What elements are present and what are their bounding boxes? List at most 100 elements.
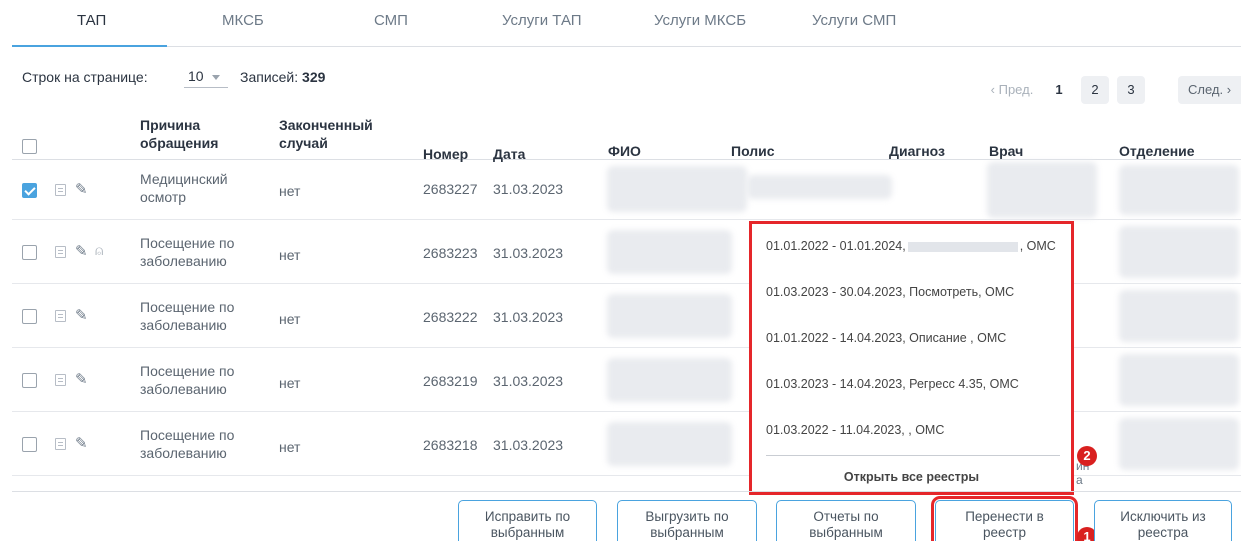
pencil-icon[interactable]: ✎ <box>75 242 88 260</box>
row-reason: Посещение по заболеванию <box>140 362 234 398</box>
transfer-label-2: реестр <box>983 525 1026 540</box>
header-reason: Причина обращения <box>140 116 218 152</box>
row-date: 31.03.2023 <box>493 373 564 389</box>
document-icon[interactable] <box>55 374 66 386</box>
table-row[interactable]: ✎ Медицинский осмотр нет 2683227 31.03.20… <box>12 160 1241 220</box>
fix-selected-button[interactable]: Исправить по выбранным <box>458 500 597 541</box>
rows-per-page-select[interactable]: 10 <box>184 66 228 88</box>
registry-option[interactable]: 01.03.2023 - 30.04.2023, Посмотреть, ОМС <box>766 285 1014 299</box>
next-page-button[interactable]: След. › <box>1178 76 1241 104</box>
row-number: 2683227 <box>423 181 478 197</box>
records-label: Записей: <box>240 69 299 85</box>
row-number: 2683219 <box>423 373 478 389</box>
exclude-from-registry-button[interactable]: Исключить из реестра <box>1094 500 1232 541</box>
reports-selected-label-2: выбранным <box>809 525 883 540</box>
transfer-label-1: Перенести в <box>965 509 1044 524</box>
page-2-button[interactable]: 2 <box>1081 76 1109 104</box>
pencil-icon[interactable]: ✎ <box>75 306 88 324</box>
registry-option-text: 01.01.2022 - 01.01.2024, <box>766 239 906 253</box>
header-policy: Полис <box>731 143 775 159</box>
reason-l2: заболеванию <box>140 317 227 333</box>
fix-selected-label-2: выбранным <box>490 525 565 540</box>
page-3-wrapper <box>1150 76 1174 104</box>
next-page-label: След. <box>1188 82 1224 97</box>
rows-per-page-value: 10 <box>188 68 204 84</box>
page-3-button[interactable]: 3 <box>1117 76 1145 104</box>
page-1-button[interactable]: 1 <box>1045 76 1073 104</box>
reason-l1: Посещение по <box>140 363 235 379</box>
header-diagnosis: Диагноз <box>889 143 945 159</box>
registry-option[interactable]: 01.03.2022 - 11.04.2023, , ОМС <box>766 423 944 437</box>
prev-page-button[interactable]: ‹ Пред. <box>982 76 1042 104</box>
document-icon[interactable] <box>55 438 66 450</box>
reason-l1: Медицинский <box>140 171 228 187</box>
registry-option[interactable]: 01.01.2022 - 01.01.2024, , ОМС <box>766 239 1056 253</box>
footer-divider <box>12 491 1241 492</box>
fix-selected-label-1: Исправить по <box>484 509 571 524</box>
reason-l2: заболеванию <box>140 445 227 461</box>
reason-l1: Посещение по <box>140 235 235 251</box>
exclude-label-1: Исключить из <box>1120 509 1206 524</box>
row-reason: Посещение по заболеванию <box>140 426 234 462</box>
tab-services-smp[interactable]: Услуги СМП <box>812 12 896 29</box>
header-completed-case: Законченный случай <box>279 116 373 152</box>
reason-l2: заболеванию <box>140 381 227 397</box>
header-done-l2: случай <box>279 135 328 151</box>
row-checkbox[interactable] <box>22 183 37 198</box>
row-completed: нет <box>279 183 301 199</box>
redacted-department <box>1119 290 1239 342</box>
header-department: Отделение <box>1119 143 1195 159</box>
reason-l2: осмотр <box>140 189 187 205</box>
registry-option[interactable]: 01.01.2022 - 14.04.2023, Описание , ОМС <box>766 331 1006 345</box>
exclude-label-2: реестра <box>1137 525 1189 540</box>
pencil-icon[interactable]: ✎ <box>75 180 88 198</box>
document-icon[interactable] <box>55 310 66 322</box>
reason-l1: Посещение по <box>140 299 235 315</box>
row-completed: нет <box>279 375 301 391</box>
tab-mksb[interactable]: МКСБ <box>222 12 264 29</box>
reports-selected-label-1: Отчеты по <box>813 509 879 524</box>
registry-option-suffix: , ОМС <box>1019 239 1056 253</box>
open-all-registries-link[interactable]: Открыть все реестры <box>752 470 1071 484</box>
select-all-checkbox[interactable] <box>22 139 37 154</box>
tab-services-tap[interactable]: Услуги ТАП <box>502 12 582 29</box>
tab-bar: ТАП МКСБ СМП Услуги ТАП Услуги МКСБ Услу… <box>12 0 1241 47</box>
tab-tap[interactable]: ТАП <box>77 12 106 29</box>
pencil-icon[interactable]: ✎ <box>75 434 88 452</box>
row-number: 2683222 <box>423 309 478 325</box>
registry-option[interactable]: 01.03.2023 - 14.04.2023, Регресс 4.35, О… <box>766 377 1019 391</box>
row-checkbox[interactable] <box>22 245 37 260</box>
row-checkbox[interactable] <box>22 373 37 388</box>
redacted-fio <box>607 230 732 274</box>
records-value: 329 <box>302 69 326 85</box>
redacted-doctor <box>987 162 1097 218</box>
row-date: 31.03.2023 <box>493 437 564 453</box>
tab-services-mksb[interactable]: Услуги МКСБ <box>654 12 746 29</box>
export-selected-label-2: выбранным <box>650 525 724 540</box>
redacted-fio <box>607 166 747 212</box>
header-doctor: Врач <box>989 143 1024 159</box>
redacted-fio <box>607 358 732 402</box>
export-selected-button[interactable]: Выгрузить по выбранным <box>617 500 757 541</box>
reason-l2: заболеванию <box>140 253 227 269</box>
document-icon[interactable] <box>55 184 66 196</box>
row-date: 31.03.2023 <box>493 309 564 325</box>
transfer-to-registry-button[interactable]: Перенести в реестр <box>931 496 1078 541</box>
row-checkbox[interactable] <box>22 309 37 324</box>
redacted-department <box>1119 226 1239 278</box>
row-number: 2683218 <box>423 437 478 453</box>
header-reason-l2: обращения <box>140 135 219 151</box>
rows-per-page-label: Строк на странице: <box>22 69 148 85</box>
prev-page-label: Пред. <box>998 82 1034 97</box>
table-header: Причина обращения Законченный случай Ном… <box>12 112 1241 162</box>
tooth-icon[interactable]: ⍝ <box>95 242 103 259</box>
document-icon[interactable] <box>55 246 66 258</box>
chevron-down-icon <box>212 75 220 80</box>
pencil-icon[interactable]: ✎ <box>75 370 88 388</box>
fragment-line-2: а <box>1076 473 1083 487</box>
reason-l1: Посещение по <box>140 427 235 443</box>
row-completed: нет <box>279 247 301 263</box>
tab-smp[interactable]: СМП <box>374 12 408 29</box>
reports-selected-button[interactable]: Отчеты по выбранным <box>776 500 916 541</box>
row-checkbox[interactable] <box>22 437 37 452</box>
